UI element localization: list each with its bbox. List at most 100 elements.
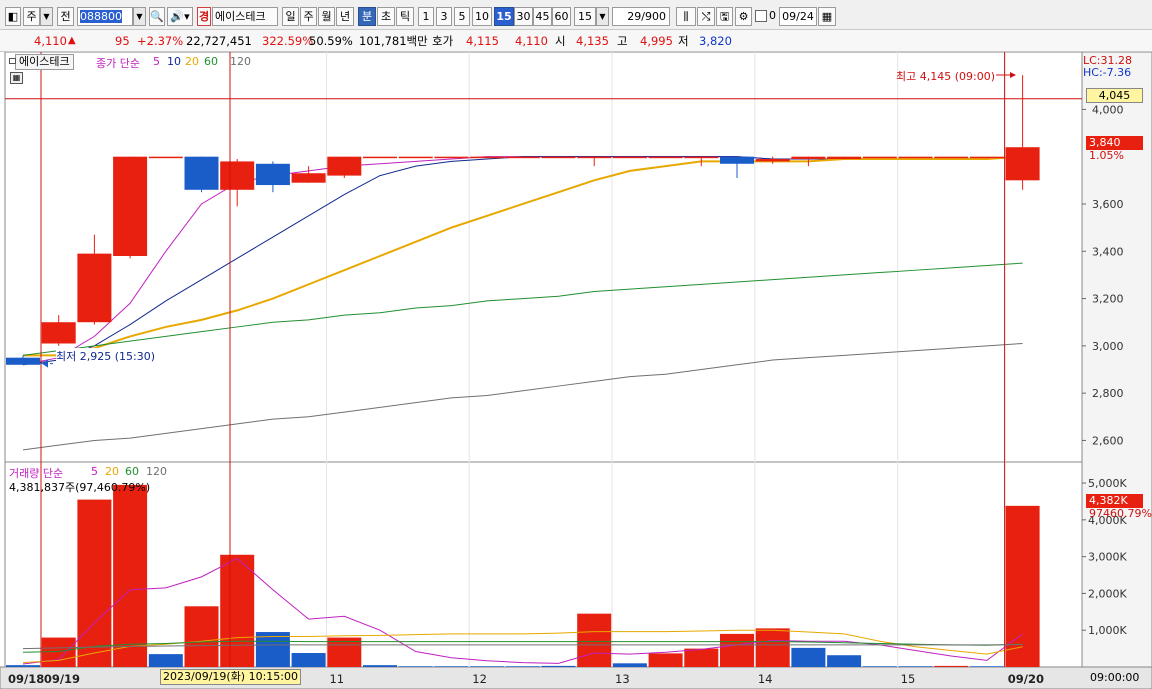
- last-price-tag: 3,840: [1086, 136, 1143, 150]
- high-annotation: 최고 4,145 (09:00): [896, 70, 996, 83]
- low-price: 3,820: [699, 34, 732, 48]
- chart-toolbar: ◧ 주 ▼ 전 088800 ▼ 🔍 🔊▾ 경 에이스테크 일 주 월 년 분 …: [0, 0, 1152, 30]
- x-tick-label: 13: [615, 672, 630, 686]
- volume-ma-line: [22, 644, 1023, 650]
- search-icon[interactable]: 🔍: [149, 7, 165, 26]
- table-icon[interactable]: ▦: [10, 72, 23, 84]
- volume-ma-group: [22, 557, 1023, 665]
- period-second[interactable]: 초: [377, 7, 395, 26]
- volume-bar: [969, 666, 1004, 667]
- volume-bar: [684, 648, 719, 667]
- period-tick[interactable]: 틱: [396, 7, 414, 26]
- vol-ma-120: 120: [146, 465, 167, 478]
- price-tick-label: 3,000: [1092, 340, 1124, 353]
- candle-body: [291, 173, 326, 183]
- period-minute[interactable]: 분: [358, 7, 376, 26]
- interval-1[interactable]: 1: [418, 7, 434, 26]
- interval-45[interactable]: 45: [533, 7, 552, 26]
- date-input[interactable]: 09/24: [779, 7, 817, 26]
- panel-toggle-icon[interactable]: [9, 58, 16, 64]
- turnover-percent: 50.59%: [309, 34, 353, 48]
- current-price: 4,110: [34, 34, 67, 48]
- candle-type-icon[interactable]: ⫼: [676, 7, 696, 26]
- speaker-icon[interactable]: 🔊▾: [167, 7, 193, 26]
- volume-bar: [541, 665, 576, 667]
- volume-bar: [827, 655, 862, 667]
- low-annotation: 최저 2,925 (15:30): [56, 348, 156, 364]
- volume-bar: [755, 628, 790, 667]
- bid-label: 호가: [432, 34, 454, 48]
- overlay-group: [5, 52, 1082, 667]
- volume-tick-label: 2,000K: [1088, 587, 1127, 600]
- calendar-icon[interactable]: ▦: [818, 7, 836, 26]
- checkbox-label: 0: [769, 9, 776, 22]
- count-input[interactable]: 29/900: [612, 7, 670, 26]
- cursor-time-label: 2023/09/19(화) 10:15:00: [160, 669, 302, 685]
- interval-10[interactable]: 10: [472, 7, 492, 26]
- volume-bar-group: [6, 484, 1040, 667]
- candle-body: [577, 156, 612, 159]
- candle-body: [77, 253, 112, 323]
- volume-bar: [434, 666, 469, 667]
- x-tick-label: 09/19: [44, 672, 80, 686]
- volume-ma-line: [22, 557, 1023, 665]
- volume-info: 4,381,837주(97,460.79%): [9, 481, 151, 494]
- volume-bar: [505, 666, 540, 667]
- interval-5[interactable]: 5: [454, 7, 470, 26]
- vol-ma-5: 5: [91, 465, 98, 478]
- price-ma-group: [22, 155, 1023, 451]
- change-up-icon: ▲: [68, 35, 76, 46]
- candle-body: [755, 159, 790, 162]
- warning-icon[interactable]: 경: [197, 7, 211, 26]
- draw-tool-icon[interactable]: ⤭: [697, 7, 715, 26]
- period-year[interactable]: 년: [336, 7, 354, 26]
- range-select[interactable]: 전: [57, 7, 74, 26]
- candle-body: [612, 156, 647, 159]
- volume-bar: [862, 666, 897, 667]
- option-checkbox[interactable]: [755, 10, 767, 22]
- period-month[interactable]: 월: [318, 7, 335, 26]
- chart-area[interactable]: 2,600 2,800 3,000 3,200 3,400 3,600 4,000 1,00…: [0, 52, 1152, 689]
- day-separator-group: [325, 52, 1006, 667]
- interval-60[interactable]: 60: [552, 7, 571, 26]
- chart-svg[interactable]: 2,600 2,800 3,000 3,200 3,400 3,600 4,000 1,00…: [0, 52, 1152, 689]
- candle-group: [6, 75, 1040, 365]
- price-panel-border: [4, 52, 1083, 463]
- candle-body: [363, 156, 397, 159]
- change-percent: +2.37%: [137, 34, 184, 48]
- candle-body: [470, 156, 505, 159]
- candle-body: [220, 161, 255, 190]
- volume-ratio: 322.59%: [262, 34, 314, 48]
- price-tick-label: 3,600: [1092, 198, 1124, 211]
- interval-select[interactable]: 15: [574, 7, 596, 26]
- mode-dropdown-icon[interactable]: ▼: [40, 7, 53, 26]
- interval-15[interactable]: 15: [494, 7, 514, 26]
- price-ma-line: [22, 156, 1023, 366]
- candle-body: [684, 156, 719, 159]
- x-tick-label: 09/20: [1008, 672, 1044, 686]
- candle-body: [720, 156, 754, 164]
- price-ma-line: [22, 262, 1023, 356]
- candle-body: [934, 156, 969, 159]
- period-week[interactable]: 주: [300, 7, 317, 26]
- period-day[interactable]: 일: [282, 7, 299, 26]
- price-ma-20: 20: [185, 55, 199, 68]
- price-ma-line: [22, 342, 1023, 451]
- interval-3[interactable]: 3: [436, 7, 452, 26]
- interval-dropdown-icon[interactable]: ▼: [596, 7, 609, 26]
- code-dropdown-icon[interactable]: ▼: [133, 7, 146, 26]
- volume-bar: [398, 666, 433, 667]
- stock-name-field: 에이스테크: [212, 7, 278, 26]
- stock-code-input[interactable]: 088800: [77, 7, 133, 26]
- save-icon[interactable]: 🖫: [716, 7, 733, 26]
- candle-body: [398, 156, 433, 159]
- volume-bar: [934, 665, 969, 667]
- mode-select[interactable]: 주: [23, 7, 40, 26]
- gear-icon[interactable]: ⚙: [735, 7, 752, 26]
- chart-menu-icon[interactable]: ◧: [5, 7, 21, 26]
- price-ma-label: 종가 단순: [96, 57, 140, 70]
- price-change: 95: [115, 34, 130, 48]
- low-label: 저: [678, 34, 689, 48]
- interval-30[interactable]: 30: [514, 7, 533, 26]
- last-price-pct: 1.05%: [1089, 149, 1124, 162]
